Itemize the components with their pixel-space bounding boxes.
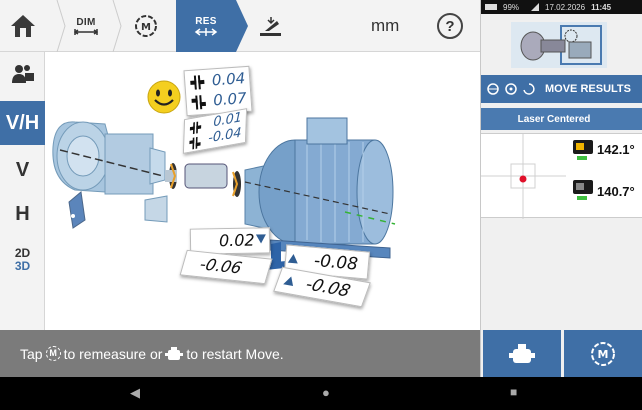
res-label: RES [195,15,217,27]
mode-3d-label: 3D [14,259,31,273]
status-suffix: to restart Move. [186,345,284,362]
date-text: 17.02.2026 [545,2,586,12]
front-foot-horizontal-value: -0.06 [197,254,245,278]
restart-move-icon [165,346,184,360]
laser-target-grid [481,134,566,219]
help-icon[interactable]: ? [437,13,463,39]
home-button[interactable] [0,0,45,52]
move-results-title: MOVE RESULTS [545,83,631,95]
machine-3d-view[interactable]: 0.04 0.07 0.01 -0.04 0.02 -0.06 -0.08 -0… [45,52,480,330]
smiley-good-icon [147,80,181,114]
status-message-bar: Tap M to remeasure or to restart Move. [0,330,480,377]
camera-button[interactable] [0,52,45,96]
home-icon [10,15,35,37]
vertical-angle-value: 0.04 [211,69,246,90]
laser-position-panel: 142.1° 140.7° [481,133,642,219]
measure-icon: M [45,346,61,361]
laser-dot-icon [519,175,527,183]
nav-home-icon[interactable]: ● [322,385,330,400]
dim-label: DIM [76,16,96,28]
vertical-angle-icon [190,75,205,90]
sensor2-angle: 140.7° [597,184,635,199]
coupling-icon [487,83,499,95]
measure-button[interactable]: M [124,0,168,52]
back-foot-horizontal-value: -0.08 [302,274,354,302]
target-icon [505,83,517,95]
front-foot-vertical-value: 0.02 [218,230,255,251]
right-panel: 99% 17.02.2026 11:45 MOVE RESULTS Laser … [480,0,642,377]
machine-drawing [52,117,396,272]
horizontal-angle-icon [189,121,202,135]
camera-person-icon [11,65,34,83]
status-prefix: Tap [20,345,43,362]
back-foot-vertical-value: -0.08 [313,250,359,275]
battery-good-icon [577,196,587,200]
sensor-icon [573,140,593,154]
unit-selector[interactable]: mm [371,16,399,36]
vertical-offset-value: 0.07 [212,89,248,110]
svg-text:M: M [598,348,609,361]
view-sidebar: V/H V H 2D 3D [0,52,45,330]
measure-icon: M [591,341,615,366]
restart-move-icon [509,343,535,363]
view-2d-3d-toggle[interactable]: 2D 3D [0,238,45,282]
laser-status: Laser Centered [481,108,642,130]
rotate-icon [523,83,535,95]
coupling [165,163,241,197]
android-nav-bar: ◀ ● ■ [0,377,642,410]
measure-icon: M [135,15,157,37]
battery-icon [485,4,497,10]
signal-icon [531,3,540,11]
machine-thumbnail-image [520,25,602,65]
chevron-separator [112,0,122,52]
vertical-offset-icon [191,95,207,110]
chevron-separator [56,0,66,52]
sensor1-angle: 142.1° [597,142,635,157]
pump-body [52,121,168,229]
remeasure-button[interactable]: M [564,330,642,377]
dim-icon [74,28,98,35]
horizontal-offset-icon [189,136,201,150]
view-h-button[interactable]: H [0,194,45,234]
time-text: 11:45 [591,2,612,12]
dimensions-button[interactable]: DIM [66,0,106,52]
system-status-bar: 99% 17.02.2026 11:45 [481,0,642,14]
down-arrow-icon [255,234,267,244]
restart-move-button[interactable] [483,330,561,377]
sensor-icon [573,180,593,194]
up-arrow-icon [287,253,299,264]
machine-thumbnail[interactable] [511,22,607,68]
svg-text:M: M [141,22,151,33]
view-vh-button[interactable]: V/H [0,101,45,145]
battery-level: 99% [503,2,520,12]
soft-foot-icon [260,17,281,36]
top-toolbar: DIM M RES mm ? [0,0,480,52]
status-middle: to remeasure or [63,345,163,362]
up-arrow-icon [283,275,297,286]
move-results-header[interactable]: MOVE RESULTS [481,75,642,103]
view-v-button[interactable]: V [0,150,45,190]
battery-good-icon [577,156,587,160]
soft-foot-button[interactable] [248,0,292,52]
results-icon [194,27,218,36]
nav-recent-icon[interactable]: ■ [510,385,517,399]
nav-back-icon[interactable]: ◀ [130,385,140,401]
results-button[interactable]: RES [176,0,248,52]
